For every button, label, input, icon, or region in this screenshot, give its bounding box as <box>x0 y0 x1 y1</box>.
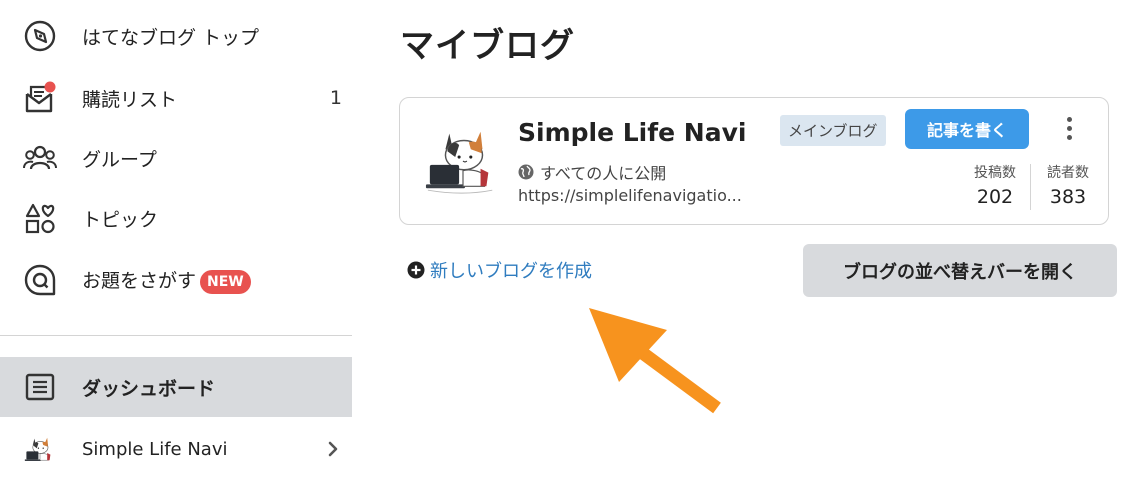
blog-visibility: すべての人に公開 <box>518 160 666 184</box>
sidebar-item-find-topics[interactable]: お題をさがす NEW <box>0 252 352 308</box>
stat-label: 読者数 <box>1047 165 1089 181</box>
stat-value: 202 <box>976 186 1014 208</box>
post-count-stat[interactable]: 投稿数 202 <box>962 162 1028 208</box>
page-title: マイブログ <box>400 26 575 66</box>
sidebar-item-label: お題をさがす NEW <box>82 266 251 294</box>
sidebar-item-group[interactable]: グループ <box>0 130 352 186</box>
sidebar-item-label: トピック <box>82 208 159 231</box>
sidebar-item-label: はてなブログ トップ <box>82 26 260 49</box>
stat-value: 383 <box>1049 186 1087 208</box>
more-options-icon[interactable] <box>1056 112 1082 144</box>
globe-icon <box>518 164 534 180</box>
annotation-arrow-icon <box>585 300 730 425</box>
blog-name-link[interactable]: Simple Life Navi <box>518 118 746 147</box>
plus-circle-icon <box>407 261 425 279</box>
main-blog-badge: メインブログ <box>780 115 886 146</box>
chevron-right-icon <box>326 440 340 458</box>
compass-icon <box>22 18 58 54</box>
topic-shapes-icon <box>22 200 58 236</box>
sidebar-divider <box>0 335 352 336</box>
reader-count-stat[interactable]: 読者数 383 <box>1035 162 1101 208</box>
create-new-blog-link[interactable]: 新しいブログを作成 <box>407 257 592 283</box>
unread-count: 1 <box>329 87 342 109</box>
sidebar-item-label: グループ <box>82 148 157 171</box>
sidebar-item-reading-list[interactable]: 購読リスト 1 <box>0 70 352 126</box>
create-new-blog-text: 新しいブログを作成 <box>430 261 592 282</box>
sidebar-item-label: 購読リスト <box>82 88 178 111</box>
sidebar-item-hatena-top[interactable]: はてなブログ トップ <box>0 8 352 64</box>
blog-card: Simple Life Navi すべての人に公開 https://simple… <box>399 97 1109 225</box>
sidebar-item-label-text: お題をさがす <box>82 270 197 293</box>
blog-avatar[interactable] <box>424 120 502 198</box>
open-reorder-bar-button[interactable]: ブログの並べ替えバーを開く <box>803 244 1117 297</box>
sidebar-item-topic[interactable]: トピック <box>0 190 352 246</box>
blog-avatar-icon <box>22 431 58 467</box>
blog-url-link[interactable]: https://simplelifenavigatio... <box>518 186 742 205</box>
visibility-text: すべての人に公開 <box>540 164 667 183</box>
mail-notification-icon <box>22 80 58 116</box>
search-q-icon <box>22 262 58 298</box>
group-icon <box>22 140 58 176</box>
sidebar-item-dashboard[interactable]: ダッシュボード <box>0 357 352 417</box>
write-article-button[interactable]: 記事を書く <box>905 109 1029 149</box>
stat-label: 投稿数 <box>974 165 1016 181</box>
stat-divider <box>1030 164 1031 210</box>
sidebar: はてなブログ トップ 購読リスト 1 グループ トピック お題をさがす NEW … <box>0 0 352 482</box>
new-badge: NEW <box>200 269 251 294</box>
sidebar-item-label: ダッシュボード <box>82 377 216 400</box>
sidebar-item-label: Simple Life Navi <box>82 438 228 460</box>
dashboard-icon <box>22 369 58 405</box>
sidebar-item-blog[interactable]: Simple Life Navi <box>0 420 352 478</box>
